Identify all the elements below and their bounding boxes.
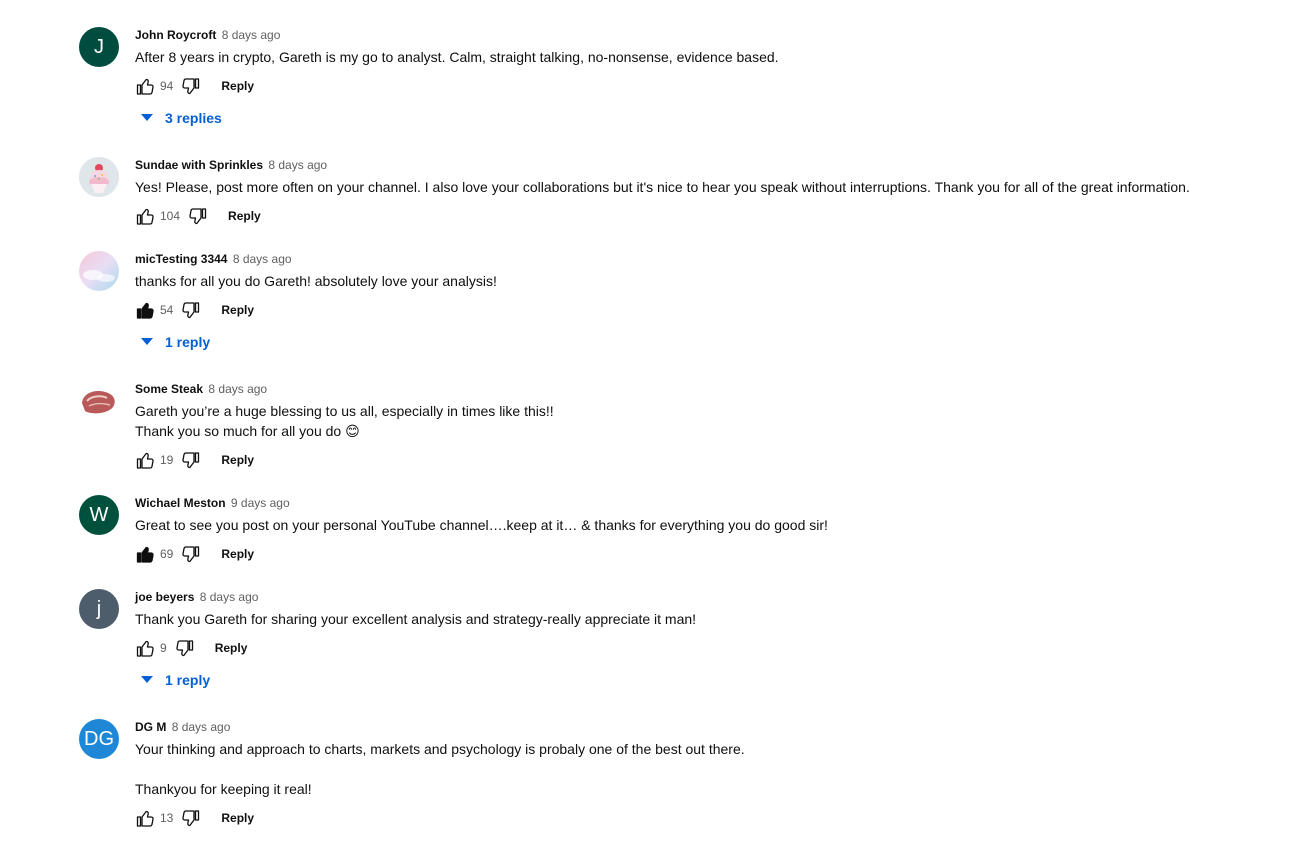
comment-text: Thank you Gareth for sharing your excell… [135,611,697,627]
like-count: 104 [160,209,181,223]
comment-text: Gareth you’re a huge blessing to us all,… [135,403,554,439]
comment-author[interactable]: John Roycroft [135,28,216,42]
chevron-down-icon [141,114,153,121]
avatar[interactable] [79,381,119,421]
comment-author[interactable]: Wichael Meston [135,496,226,510]
thumbs-up-icon [136,640,154,657]
avatar[interactable]: j [79,589,119,629]
reply-button[interactable]: Reply [228,209,261,223]
comment-timestamp[interactable]: 8 days ago [233,252,292,266]
reply-button[interactable]: Reply [215,641,248,655]
dislike-button[interactable] [181,450,201,470]
comment-actions: 19 Reply [135,448,1259,472]
avatar[interactable] [79,157,119,197]
comment-timestamp[interactable]: 8 days ago [222,28,281,42]
comment-author[interactable]: Some Steak [135,382,203,396]
replies-count-label: 1 reply [165,672,211,688]
comment-text: Your thinking and approach to charts, ma… [135,741,745,797]
comment-author[interactable]: Sundae with Sprinkles [135,158,263,172]
chevron-down-icon [141,338,153,345]
like-count: 54 [160,303,174,317]
comment-author[interactable]: joe beyers [135,590,194,604]
comment-text: thanks for all you do Gareth! absolutely… [135,273,497,289]
thumbs-down-icon [182,78,200,95]
dislike-button[interactable] [181,544,201,564]
comment-actions: 13 Reply [135,806,1259,830]
chevron-down-icon [141,676,153,683]
dislike-button[interactable] [181,808,201,828]
view-replies-button[interactable]: 1 reply [141,334,1259,350]
like-button[interactable] [135,544,155,564]
like-count: 69 [160,547,174,561]
comment-author[interactable]: micTesting 3344 [135,252,227,266]
like-button[interactable] [135,206,155,226]
comment-actions: 54 Reply [135,298,1259,322]
thumbs-up-icon [136,810,154,827]
replies-count-label: 3 replies [165,110,222,126]
thumbs-down-icon [182,302,200,319]
comment-actions: 104 Reply [135,204,1259,228]
avatar[interactable] [79,251,119,291]
dislike-button[interactable] [175,638,195,658]
thumbs-down-icon [182,546,200,563]
like-count: 13 [160,811,174,825]
avatar[interactable]: J [79,27,119,67]
comment-timestamp[interactable]: 8 days ago [172,720,231,734]
comment-text: Yes! Please, post more often on your cha… [135,179,1190,195]
reply-button[interactable]: Reply [221,453,254,467]
thumbs-up-icon [136,452,154,469]
comment-actions: 94 Reply [135,74,1259,98]
thumbs-down-icon [189,208,207,225]
replies-count-label: 1 reply [165,334,211,350]
thumbs-down-icon [182,452,200,469]
like-button[interactable] [135,76,155,96]
like-button[interactable] [135,638,155,658]
dislike-button[interactable] [181,76,201,96]
thumbs-up-icon [136,546,154,563]
dislike-button[interactable] [181,300,201,320]
like-button[interactable] [135,450,155,470]
thumbs-down-icon [176,640,193,657]
reply-button[interactable]: Reply [221,811,254,825]
steak-avatar-image [79,381,119,421]
comment-timestamp[interactable]: 8 days ago [208,382,267,396]
like-button[interactable] [135,300,155,320]
comment-actions: 9 Reply [135,636,1259,660]
thumbs-up-icon [136,302,154,319]
thumbs-up-icon [136,78,154,95]
reply-button[interactable]: Reply [221,303,254,317]
thumbs-up-icon [136,208,154,225]
view-replies-button[interactable]: 1 reply [141,672,1259,688]
reply-button[interactable]: Reply [221,547,254,561]
comment-text: After 8 years in crypto, Gareth is my go… [135,49,779,65]
comment-timestamp[interactable]: 8 days ago [200,590,259,604]
reply-button[interactable]: Reply [221,79,254,93]
comment-actions: 69 Reply [135,542,1259,566]
avatar[interactable]: W [79,495,119,535]
mictesting-avatar-image [79,251,119,291]
thumbs-down-icon [182,810,200,827]
comment-timestamp[interactable]: 8 days ago [268,158,327,172]
like-button[interactable] [135,808,155,828]
like-count: 19 [160,453,174,467]
sundae-avatar-image [79,157,119,197]
comment-author[interactable]: DG M [135,720,166,734]
like-count: 94 [160,79,174,93]
like-count: 9 [160,641,167,655]
comment-text: Great to see you post on your personal Y… [135,517,828,533]
dislike-button[interactable] [188,206,208,226]
comment-timestamp[interactable]: 9 days ago [231,496,290,510]
view-replies-button[interactable]: 3 replies [141,110,1259,126]
avatar[interactable]: DG [79,719,119,759]
